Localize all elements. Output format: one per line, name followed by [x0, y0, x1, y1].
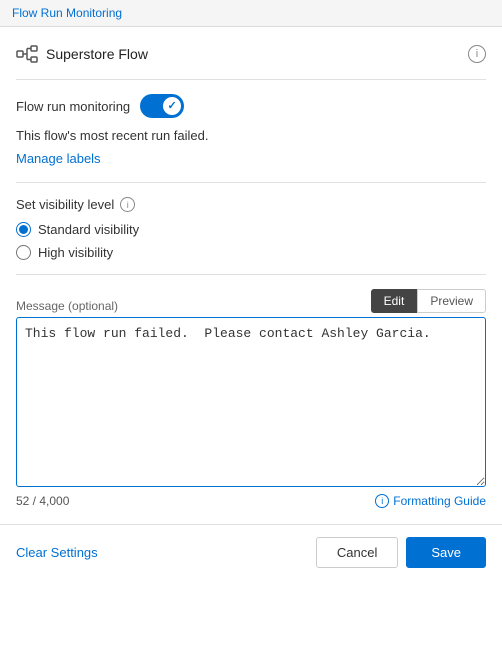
clear-settings-button[interactable]: Clear Settings — [16, 545, 98, 560]
message-header-row: Message (optional) Edit Preview — [16, 289, 486, 313]
cancel-button[interactable]: Cancel — [316, 537, 398, 568]
divider-1 — [16, 79, 486, 80]
formatting-guide-icon: i — [375, 494, 389, 508]
formatting-guide-label: Formatting Guide — [393, 494, 486, 508]
flow-header: Superstore Flow i — [16, 43, 486, 65]
char-count: 52 / 4,000 — [16, 494, 69, 508]
radio-high-label: High visibility — [38, 245, 113, 260]
flow-title: Superstore Flow — [46, 46, 148, 62]
breadcrumb-active: Flow Run Monitoring — [12, 6, 122, 20]
radio-standard-input[interactable] — [16, 222, 31, 237]
radio-standard-label: Standard visibility — [38, 222, 139, 237]
visibility-info-icon[interactable]: i — [120, 197, 135, 212]
toggle-checkmark: ✓ — [168, 101, 177, 112]
monitoring-toggle[interactable]: ✓ — [140, 94, 184, 118]
divider-3 — [16, 274, 486, 275]
message-textarea[interactable] — [16, 317, 486, 487]
manage-labels-link[interactable]: Manage labels — [16, 151, 101, 166]
footer: Clear Settings Cancel Save — [0, 524, 502, 580]
divider-2 — [16, 182, 486, 183]
status-text: This flow's most recent run failed. — [16, 128, 486, 143]
flow-info-icon[interactable]: i — [468, 45, 486, 63]
main-panel: Superstore Flow i Flow run monitoring ✓ … — [0, 27, 502, 508]
tab-preview[interactable]: Preview — [417, 289, 486, 313]
save-button[interactable]: Save — [406, 537, 486, 568]
toggle-track: ✓ — [140, 94, 184, 118]
footer-actions: Cancel Save — [316, 537, 486, 568]
visibility-section: Set visibility level i Standard visibili… — [16, 197, 486, 260]
radio-high-input[interactable] — [16, 245, 31, 260]
breadcrumb: Flow Run Monitoring — [0, 0, 502, 27]
radio-standard[interactable]: Standard visibility — [16, 222, 486, 237]
toggle-thumb: ✓ — [163, 97, 181, 115]
monitoring-label: Flow run monitoring — [16, 99, 130, 114]
monitoring-row: Flow run monitoring ✓ — [16, 94, 486, 118]
message-label: Message (optional) — [16, 299, 118, 313]
visibility-label-row: Set visibility level i — [16, 197, 486, 212]
tab-edit[interactable]: Edit — [371, 289, 418, 313]
radio-high[interactable]: High visibility — [16, 245, 486, 260]
flow-header-left: Superstore Flow — [16, 43, 148, 65]
formatting-guide-link[interactable]: i Formatting Guide — [375, 494, 486, 508]
visibility-label: Set visibility level — [16, 197, 114, 212]
message-tab-group: Edit Preview — [371, 289, 486, 313]
char-count-row: 52 / 4,000 i Formatting Guide — [16, 494, 486, 508]
flow-icon — [16, 43, 38, 65]
message-section: Message (optional) Edit Preview 52 / 4,0… — [16, 289, 486, 508]
